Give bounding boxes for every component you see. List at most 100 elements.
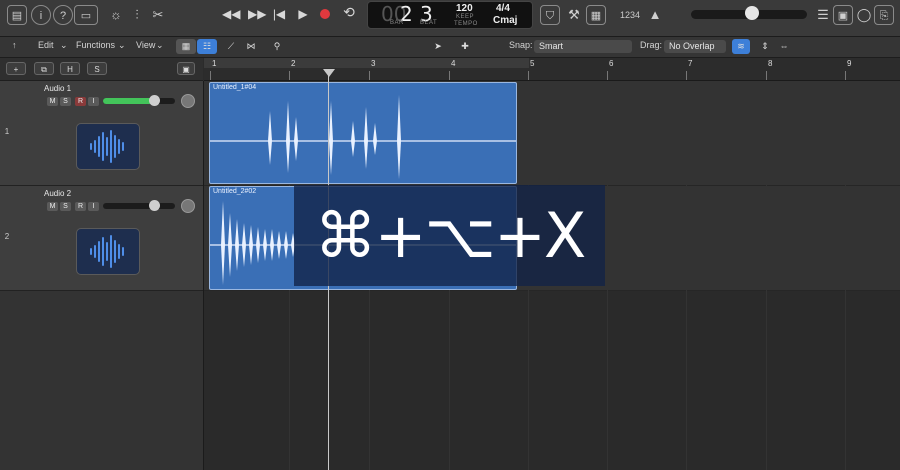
grid-line — [686, 81, 687, 470]
library-icon[interactable]: ▤ — [7, 5, 27, 25]
lcd-time-signature: 4/4 — [496, 3, 510, 14]
browser-icon[interactable]: ⎘ — [874, 5, 894, 25]
ruler-tick — [607, 71, 608, 80]
track-header-toolbar: + ⧉ H S ▣ — [0, 58, 203, 81]
tuner-icon[interactable]: ⚒ — [564, 5, 584, 25]
back-icon[interactable]: ↑ — [12, 40, 17, 50]
bar-number: 9 — [847, 59, 852, 68]
mixer-icon[interactable]: ⫶ — [127, 5, 147, 25]
pencil-tool-icon[interactable]: ✚ — [454, 39, 476, 54]
pan-knob[interactable] — [181, 199, 195, 213]
drag-label: Drag: — [640, 40, 663, 50]
mute-button[interactable]: M — [47, 97, 58, 106]
hide-button[interactable]: H — [60, 62, 80, 75]
volume-fader-knob[interactable] — [149, 200, 160, 211]
go-to-start-icon[interactable]: |◀ — [270, 7, 288, 21]
automation-icon[interactable]: ⟋ — [222, 39, 240, 54]
editors-icon[interactable]: ✂ — [148, 5, 168, 25]
record-icon[interactable] — [320, 9, 330, 19]
bar-number: 6 — [609, 59, 614, 68]
lcd-beat-label: BEAT — [420, 20, 438, 26]
volume-fader-fill — [103, 98, 155, 104]
lcd-tempo: 120 — [456, 3, 473, 14]
add-track-button[interactable]: + — [6, 62, 26, 75]
list-editors-icon[interactable]: ☰ — [813, 5, 833, 25]
volume-fader-knob[interactable] — [149, 95, 160, 106]
track-view-icon[interactable]: ▣ — [177, 62, 195, 75]
master-volume-knob[interactable] — [745, 6, 759, 20]
track-header-2[interactable]: 2 Audio 2 M S R I — [0, 186, 203, 291]
waveform-icon[interactable] — [76, 228, 140, 275]
edit-menu[interactable]: Edit — [38, 40, 54, 50]
view-chevron-icon: ⌄ — [156, 40, 164, 50]
pan-knob[interactable] — [181, 94, 195, 108]
ruler-tick — [845, 71, 846, 80]
bar-number: 3 — [371, 59, 376, 68]
waveform-zoom-icon[interactable]: ≋ — [732, 39, 750, 54]
mute-button[interactable]: M — [47, 202, 58, 211]
bar-number: 5 — [530, 59, 535, 68]
solo-button[interactable]: S — [60, 202, 71, 211]
toolbar-icon[interactable]: ▭ — [74, 5, 98, 25]
horizontal-zoom-icon[interactable]: ⇔ — [777, 39, 791, 54]
ruler-tick — [528, 71, 529, 80]
record-enable-button[interactable]: R — [75, 202, 86, 211]
track-header-1[interactable]: 1 Audio 1 M S R I — [0, 81, 203, 186]
cycle-icon[interactable]: ⟲ — [340, 4, 358, 21]
catch-icon[interactable]: ⚲ — [268, 39, 286, 54]
info-icon[interactable]: i — [31, 5, 51, 25]
lcd-display[interactable]: 00 2 3 BAR BEAT 120 KEEP TEMPO 4/4 Cmaj — [367, 1, 533, 29]
vertical-zoom-icon[interactable]: ⇕ — [758, 39, 772, 54]
control-bar: ▤ i ? ▭ ☼ ⫶ ✂ ◀◀ ▶▶ |◀ ▶ ⟲ 00 2 3 BAR BE… — [0, 0, 900, 37]
ruler-tick — [210, 71, 211, 80]
cycle-area[interactable] — [204, 58, 529, 68]
volume-fader[interactable] — [103, 200, 175, 211]
list-view-icon[interactable]: ☷ — [197, 39, 217, 54]
help-icon[interactable]: ? — [53, 5, 73, 25]
note-pad-icon[interactable]: ▣ — [833, 5, 853, 25]
loop-browser-icon[interactable]: ◯ — [854, 5, 874, 25]
bar-number: 2 — [291, 59, 296, 68]
track-name[interactable]: Audio 1 — [44, 84, 71, 93]
grid-line — [845, 81, 846, 470]
ruler-tick — [449, 71, 450, 80]
playhead-handle-icon[interactable] — [323, 69, 335, 77]
list-editors-icon[interactable]: ⛉ — [540, 5, 560, 25]
waveform-icon[interactable] — [76, 123, 140, 170]
global-solo-button[interactable]: S — [87, 62, 107, 75]
track-number: 2 — [4, 232, 10, 241]
volume-fader[interactable] — [103, 95, 175, 106]
duplicate-track-icon[interactable]: ⧉ — [34, 62, 54, 75]
fast-forward-icon[interactable]: ▶▶ — [248, 7, 266, 21]
functions-chevron-icon: ⌄ — [118, 40, 126, 50]
grid-view-icon[interactable]: ▦ — [176, 39, 196, 54]
ruler-tick — [686, 71, 687, 80]
smart-controls-icon[interactable]: ☼ — [106, 5, 126, 25]
region-waveform — [210, 95, 516, 179]
snap-select[interactable]: Smart — [534, 40, 632, 53]
drag-select[interactable]: No Overlap — [664, 40, 726, 53]
input-monitor-button[interactable]: I — [88, 97, 99, 106]
view-menu[interactable]: View — [136, 40, 155, 50]
count-in-value: 1234 — [620, 10, 641, 20]
metronome-icon[interactable]: ▲ — [645, 5, 665, 25]
lcd-bar-label: BAR — [390, 20, 404, 26]
solo-button[interactable]: S — [60, 97, 71, 106]
rewind-icon[interactable]: ◀◀ — [222, 7, 240, 21]
pointer-tool-icon[interactable]: ➤ — [428, 39, 448, 54]
edit-chevron-icon: ⌄ — [60, 40, 68, 50]
bar-number: 4 — [451, 59, 456, 68]
functions-menu[interactable]: Functions — [76, 40, 115, 50]
play-icon[interactable]: ▶ — [294, 7, 312, 21]
bar-number: 1 — [212, 59, 217, 68]
track-name[interactable]: Audio 2 — [44, 189, 71, 198]
grid-line — [766, 81, 767, 470]
ruler-tick — [369, 71, 370, 80]
grid-line — [607, 81, 608, 470]
track-number: 1 — [4, 127, 10, 136]
record-enable-button[interactable]: R — [75, 97, 86, 106]
audio-region-1[interactable]: Untitled_1#04 — [209, 82, 517, 184]
flex-icon[interactable]: ⋈ — [242, 39, 260, 54]
count-in-icon[interactable]: ▦ — [586, 5, 606, 25]
input-monitor-button[interactable]: I — [88, 202, 99, 211]
